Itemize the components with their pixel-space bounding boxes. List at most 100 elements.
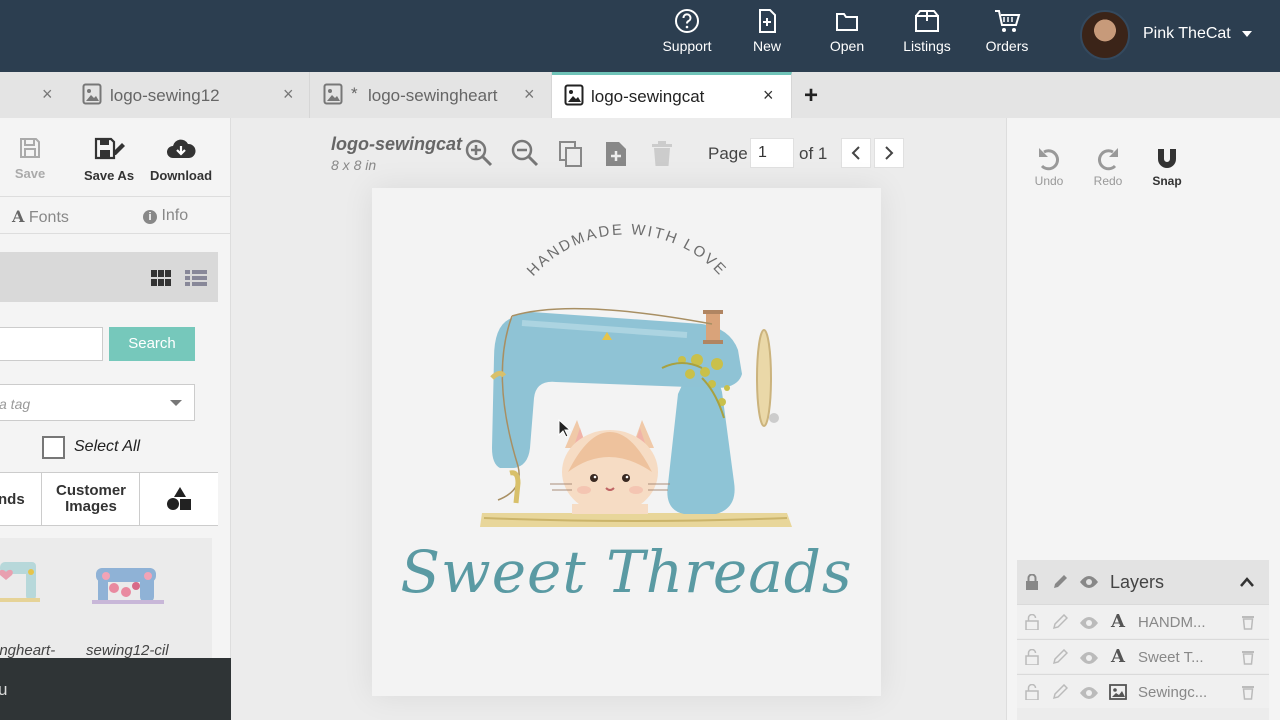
avatar[interactable] bbox=[1080, 10, 1130, 60]
undo-button[interactable]: Undo bbox=[1031, 146, 1067, 188]
chevron-left-icon bbox=[851, 146, 860, 160]
layer-name: Sweet T... bbox=[1138, 649, 1204, 666]
duplicate-page-icon[interactable] bbox=[558, 140, 584, 168]
list-view-icon[interactable] bbox=[185, 270, 207, 286]
unlock-icon[interactable] bbox=[1025, 614, 1039, 630]
chevron-up-icon[interactable] bbox=[1239, 576, 1255, 588]
question-circle-icon bbox=[675, 9, 699, 33]
snap-toggle[interactable]: Snap bbox=[1149, 146, 1185, 188]
info-icon: i bbox=[143, 210, 157, 224]
open-label: Open bbox=[829, 38, 865, 54]
new-button[interactable]: New bbox=[727, 8, 807, 64]
folder-icon bbox=[836, 13, 858, 31]
listings-button[interactable]: Listings bbox=[887, 8, 967, 64]
layer-row[interactable]: A Sweet T... bbox=[1017, 639, 1269, 673]
design-canvas[interactable]: HANDMADE WITH LOVE Sweet Threads bbox=[372, 188, 881, 696]
image-file-icon bbox=[323, 83, 343, 105]
unlock-icon[interactable] bbox=[1025, 684, 1039, 700]
eye-icon[interactable] bbox=[1079, 616, 1099, 630]
trash-icon[interactable] bbox=[1241, 684, 1255, 700]
open-button[interactable]: Open bbox=[807, 8, 887, 64]
orders-button[interactable]: Orders bbox=[967, 8, 1047, 64]
close-icon[interactable]: × bbox=[763, 85, 774, 106]
close-icon[interactable]: × bbox=[524, 84, 535, 105]
tab-label: logo-sewingheart bbox=[368, 86, 498, 105]
layers-panel: Layers A HANDM... A Sweet T... Sewingc..… bbox=[1017, 560, 1269, 720]
save-label: Save bbox=[14, 166, 46, 181]
sewing-machine-cat-illustration[interactable] bbox=[372, 188, 881, 696]
search-input[interactable] bbox=[0, 327, 103, 361]
eye-icon[interactable] bbox=[1079, 575, 1099, 589]
category-tab-customer-images[interactable]: Customer Images bbox=[42, 473, 140, 525]
top-navigation-bar: Support New Open Listings Orders Pink Th… bbox=[0, 0, 1280, 72]
zoom-in-icon[interactable] bbox=[465, 139, 493, 167]
tab-logo-sewing12[interactable]: × logo-sewing12 × bbox=[0, 72, 310, 118]
user-name[interactable]: Pink TheCat bbox=[1143, 25, 1231, 43]
new-label: New bbox=[752, 38, 781, 54]
grid-view-icon[interactable] bbox=[151, 270, 171, 286]
tab-logo-sewingheart[interactable]: * logo-sewingheart × bbox=[310, 72, 552, 118]
save-as-button[interactable]: Save As bbox=[78, 136, 140, 183]
trash-icon[interactable] bbox=[1241, 614, 1255, 630]
add-tab-button[interactable]: + bbox=[804, 82, 818, 110]
download-button[interactable]: Download bbox=[148, 136, 214, 183]
support-button[interactable]: Support bbox=[647, 8, 727, 64]
tag-placeholder: a tag bbox=[0, 396, 31, 412]
category-tab-shapes[interactable] bbox=[140, 473, 218, 525]
category-label: Customer Images bbox=[55, 482, 126, 515]
next-page-button[interactable] bbox=[874, 138, 904, 168]
download-label: Download bbox=[149, 168, 213, 183]
add-page-icon[interactable] bbox=[604, 140, 628, 168]
eye-icon[interactable] bbox=[1079, 686, 1099, 700]
trash-icon[interactable] bbox=[1241, 649, 1255, 665]
unlock-icon[interactable] bbox=[1025, 649, 1039, 665]
page-label: Page bbox=[708, 144, 748, 163]
text-layer-icon: A bbox=[1111, 646, 1125, 667]
tab-info[interactable]: i Info bbox=[143, 207, 188, 225]
image-file-icon bbox=[82, 83, 102, 105]
page-number-input[interactable]: 1 bbox=[750, 138, 794, 168]
pencil-icon[interactable] bbox=[1052, 574, 1068, 590]
user-menu-caret-icon[interactable] bbox=[1242, 31, 1252, 37]
layers-header[interactable]: Layers bbox=[1017, 560, 1269, 604]
search-button[interactable]: Search bbox=[109, 327, 195, 361]
magnet-icon bbox=[1158, 149, 1176, 168]
close-icon[interactable]: × bbox=[283, 84, 294, 105]
prev-page-button[interactable] bbox=[841, 138, 871, 168]
select-all-checkbox[interactable] bbox=[42, 436, 65, 459]
brand-text[interactable]: Sweet Threads bbox=[372, 538, 881, 606]
redo-button[interactable]: Redo bbox=[1090, 146, 1126, 188]
library-header bbox=[0, 252, 218, 302]
lock-icon[interactable] bbox=[1025, 574, 1039, 590]
select-all-label: Select All bbox=[74, 438, 141, 455]
zoom-out-icon[interactable] bbox=[511, 139, 539, 167]
save-as-icon bbox=[94, 137, 125, 160]
panel-subtabs: A Fonts i Info bbox=[0, 196, 230, 234]
mouse-cursor-icon bbox=[558, 419, 572, 438]
eye-icon[interactable] bbox=[1079, 651, 1099, 665]
close-icon[interactable]: × bbox=[42, 84, 53, 105]
redo-label: Redo bbox=[1093, 174, 1123, 188]
shapes-icon bbox=[167, 487, 191, 510]
thumbnail-sewing12[interactable]: sewing12-cil bbox=[86, 538, 169, 658]
footer-text: u bbox=[0, 680, 8, 699]
image-layer-icon bbox=[1109, 684, 1127, 700]
category-label: nds bbox=[0, 491, 25, 508]
pencil-icon[interactable] bbox=[1052, 614, 1068, 630]
tab-fonts[interactable]: A Fonts bbox=[12, 207, 69, 227]
pencil-icon[interactable] bbox=[1052, 649, 1068, 665]
fonts-label: Fonts bbox=[28, 209, 69, 226]
delete-page-icon[interactable] bbox=[651, 140, 673, 168]
category-tab-backgrounds[interactable]: nds bbox=[0, 473, 42, 525]
thumbnail-sewingheart[interactable]: ingheart- bbox=[0, 538, 55, 658]
save-button[interactable]: Save bbox=[12, 136, 48, 181]
layer-row[interactable]: A HANDM... bbox=[1017, 604, 1269, 638]
tab-logo-sewingcat[interactable]: logo-sewingcat × bbox=[552, 72, 792, 118]
layer-row[interactable]: Sewingc... bbox=[1017, 674, 1269, 708]
tab-label: logo-sewing12 bbox=[110, 86, 220, 105]
tag-select[interactable]: a tag bbox=[0, 384, 195, 421]
pencil-icon[interactable] bbox=[1052, 684, 1068, 700]
text-layer-icon: A bbox=[1111, 611, 1125, 632]
new-file-icon bbox=[759, 9, 776, 33]
redo-icon bbox=[1097, 148, 1118, 171]
